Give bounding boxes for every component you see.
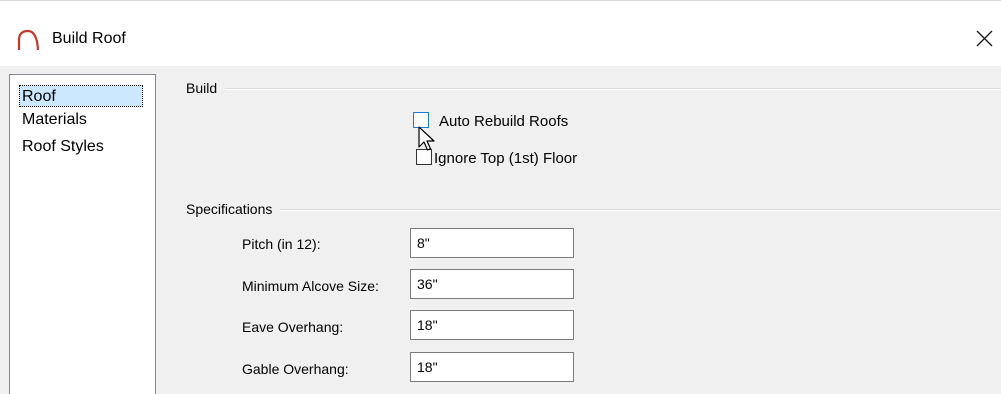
- auto-rebuild-roofs-checkbox[interactable]: [413, 112, 429, 128]
- nav-item-roof-styles[interactable]: Roof Styles: [20, 136, 106, 158]
- pitch-input[interactable]: [410, 228, 574, 258]
- eave-overhang-label: Eave Overhang:: [242, 319, 344, 335]
- build-roof-dialog: Build Roof Roof Materials Roof Styles Bu…: [0, 0, 1001, 394]
- window-title: Build Roof: [52, 30, 126, 47]
- title-bar: Build Roof: [0, 0, 1001, 66]
- auto-rebuild-roofs-label[interactable]: Auto Rebuild Roofs: [439, 113, 568, 131]
- nav-item-roof[interactable]: Roof: [19, 85, 143, 107]
- eave-overhang-input[interactable]: [410, 310, 574, 340]
- gable-overhang-label: Gable Overhang:: [242, 361, 349, 377]
- specs-group-label: Specifications: [186, 200, 281, 218]
- gable-overhang-input[interactable]: [410, 352, 574, 382]
- ignore-top-floor-checkbox[interactable]: [416, 149, 432, 165]
- minimum-alcove-size-input[interactable]: [410, 269, 574, 299]
- top-divider: [0, 0, 1001, 1]
- build-group-rule: [185, 88, 1001, 90]
- close-icon: [976, 30, 993, 47]
- category-list: Roof Materials Roof Styles: [9, 74, 156, 394]
- ignore-top-floor-label[interactable]: Ignore Top (1st) Floor: [434, 150, 577, 168]
- roof-arc-icon: [16, 28, 40, 52]
- minimum-alcove-size-label: Minimum Alcove Size:: [242, 278, 379, 294]
- pitch-label: Pitch (in 12):: [242, 236, 321, 252]
- nav-item-materials[interactable]: Materials: [20, 109, 89, 131]
- close-button[interactable]: [968, 22, 1001, 54]
- build-group-label: Build: [186, 79, 226, 97]
- specs-group-rule: [185, 209, 1001, 211]
